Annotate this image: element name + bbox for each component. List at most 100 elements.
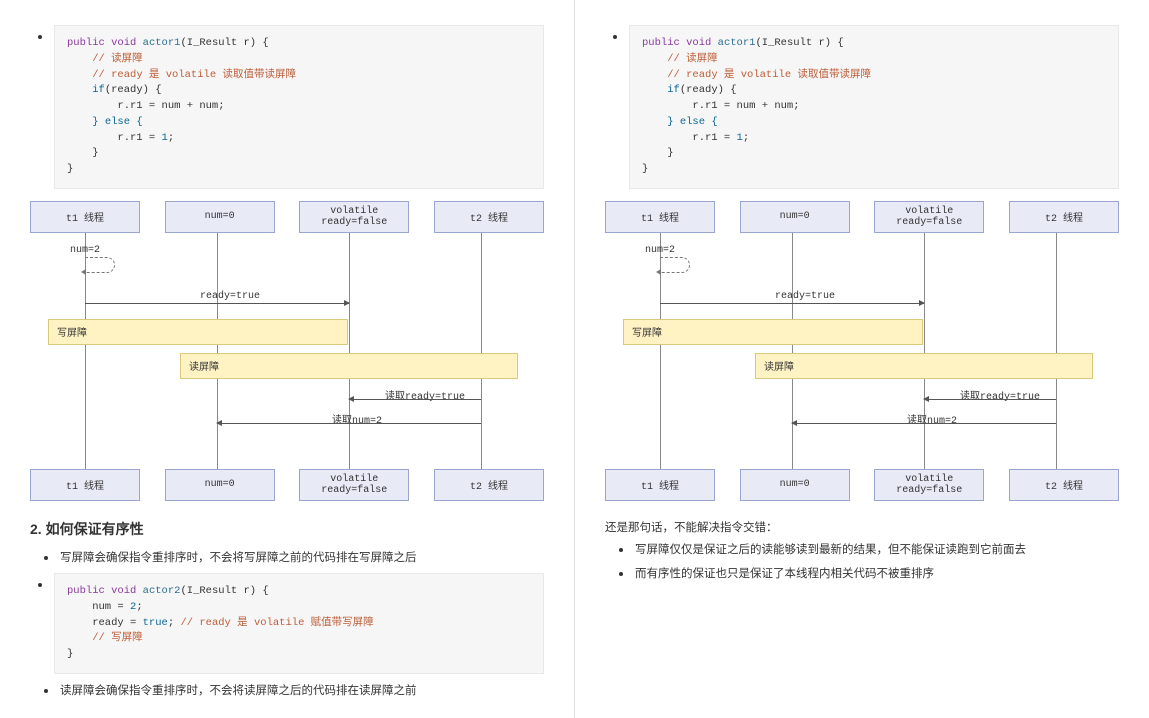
lane-bottom-row: t1 线程 num=0 volatile ready=false t2 线程 (605, 469, 1119, 501)
code-text: (I_Result r) { (180, 585, 268, 597)
lane-box: t2 线程 (1009, 469, 1119, 501)
bullet-icon (44, 556, 48, 560)
kw: } else { (667, 116, 717, 128)
code-text: ; (743, 132, 749, 144)
lane-box: t1 线程 (605, 469, 715, 501)
kw: if (667, 84, 680, 96)
code-block-actor1: public void actor1(I_Result r) { // 读屏障 … (54, 25, 544, 189)
text: 读屏障会确保指令重排序时，不会将读屏障之后的代码排在读屏障之前 (60, 682, 417, 700)
bullet-icon (613, 35, 617, 39)
kw: true (143, 617, 168, 629)
lane-box: num=0 (165, 469, 275, 501)
code-text: (I_Result r) { (180, 37, 268, 49)
msg-label: ready=true (775, 291, 835, 302)
fn-name: actor1 (143, 37, 181, 49)
lane-bottom-row: t1 线程 num=0 volatile ready=false t2 线程 (30, 469, 544, 501)
kw: void (686, 37, 711, 49)
text: 写屏障会确保指令重排序时，不会将写屏障之前的代码排在写屏障之后 (60, 549, 417, 567)
lane-box: t2 线程 (1009, 201, 1119, 233)
lane-box: num=0 (740, 201, 850, 233)
arrow-right-icon (660, 303, 924, 304)
code-block-actor1-r: public void actor1(I_Result r) { // 读屏障 … (629, 25, 1119, 189)
kw: if (92, 84, 105, 96)
lifeline (349, 233, 350, 469)
arrow-left-icon (217, 423, 481, 424)
lifeline (1056, 233, 1057, 469)
code-text: num = (67, 601, 130, 613)
code-text: } (67, 648, 73, 660)
bullet-icon (38, 583, 42, 587)
comment: // 写屏障 (92, 632, 142, 644)
msg-label: num=2 (70, 245, 100, 256)
comment: // ready 是 volatile 读取值带读屏障 (92, 69, 296, 81)
code-text: (ready) { (680, 84, 737, 96)
arrow-left-icon (924, 399, 1056, 400)
kw: void (111, 37, 136, 49)
lane-box: t1 线程 (30, 201, 140, 233)
kw: public (67, 37, 105, 49)
kw: void (111, 585, 136, 597)
lane-top-row: t1 线程 num=0 volatile ready=false t2 线程 (30, 201, 544, 233)
lifeline (924, 233, 925, 469)
code-text: (ready) { (105, 84, 162, 96)
msg-label: num=2 (645, 245, 675, 256)
write-barrier-note: 写屏障 (48, 319, 348, 345)
code-text: } (67, 147, 99, 159)
code-text: } (642, 163, 648, 175)
msg-label: ready=true (200, 291, 260, 302)
code-text: ; (168, 132, 174, 144)
kw: public (67, 585, 105, 597)
arrow-left-icon (349, 399, 481, 400)
lane-box: num=0 (165, 201, 275, 233)
lane-box: volatile ready=false (299, 469, 409, 501)
self-message-icon (660, 257, 690, 273)
code-text: r.r1 = num + num; (642, 100, 800, 112)
lifeline (217, 233, 218, 469)
read-barrier-note: 读屏障 (180, 353, 518, 379)
kw: } else { (92, 116, 142, 128)
comment: // 读屏障 (667, 53, 717, 65)
lane-box: num=0 (740, 469, 850, 501)
msg-label: 读取ready=true (960, 387, 1040, 403)
two-column-doc: public void actor1(I_Result r) { // 读屏障 … (0, 0, 1149, 718)
code-text: } (642, 147, 674, 159)
code-block-actor1-wrap: public void actor1(I_Result r) { // 读屏障 … (30, 25, 544, 189)
text: 写屏障仅仅是保证之后的读能够读到最新的结果，但不能保证读跑到它前面去 (635, 541, 1026, 559)
write-barrier-note: 写屏障 (623, 319, 923, 345)
code-text: r.r1 = (642, 132, 737, 144)
lane-box: t2 线程 (434, 201, 544, 233)
section-heading: 2. 如何保证有序性 (30, 519, 544, 539)
bullet-icon (619, 548, 623, 552)
text: 而有序性的保证也只是保证了本线程内相关代码不被重排序 (635, 565, 934, 583)
code-text: ready = (67, 617, 143, 629)
lane-box: t1 线程 (30, 469, 140, 501)
msg-label: 读取ready=true (385, 387, 465, 403)
bullet-icon (619, 572, 623, 576)
intro-text: 还是那句话，不能解决指令交错： (605, 519, 1119, 535)
comment: // 读屏障 (92, 53, 142, 65)
msg-label: 读取num=2 (907, 411, 957, 427)
lane-top-row: t1 线程 num=0 volatile ready=false t2 线程 (605, 201, 1119, 233)
bullet-text: 写屏障仅仅是保证之后的读能够读到最新的结果，但不能保证读跑到它前面去 (611, 541, 1119, 559)
sequence-diagram-right: t1 线程 num=0 volatile ready=false t2 线程 n… (605, 201, 1119, 501)
self-message-icon (85, 257, 115, 273)
bullet-icon (44, 689, 48, 693)
kw: public (642, 37, 680, 49)
lane-box: t1 线程 (605, 201, 715, 233)
fn-name: actor1 (718, 37, 756, 49)
code-text: (I_Result r) { (755, 37, 843, 49)
bullet-text: 写屏障会确保指令重排序时，不会将写屏障之前的代码排在写屏障之后 (36, 549, 544, 567)
code-block-actor2: public void actor2(I_Result r) { num = 2… (54, 573, 544, 674)
comment: // ready 是 volatile 赋值带写屏障 (180, 617, 373, 629)
arrow-left-icon (792, 423, 1056, 424)
left-column: public void actor1(I_Result r) { // 读屏障 … (0, 0, 575, 718)
bullet-text: 读屏障会确保指令重排序时，不会将读屏障之后的代码排在读屏障之前 (36, 682, 544, 700)
code-text: ; (168, 617, 181, 629)
comment: // ready 是 volatile 读取值带读屏障 (667, 69, 871, 81)
msg-label: 读取num=2 (332, 411, 382, 427)
code-text: } (67, 163, 73, 175)
arrow-right-icon (85, 303, 349, 304)
bullet-text: 而有序性的保证也只是保证了本线程内相关代码不被重排序 (611, 565, 1119, 583)
lifeline (481, 233, 482, 469)
code-text: r.r1 = (67, 132, 162, 144)
